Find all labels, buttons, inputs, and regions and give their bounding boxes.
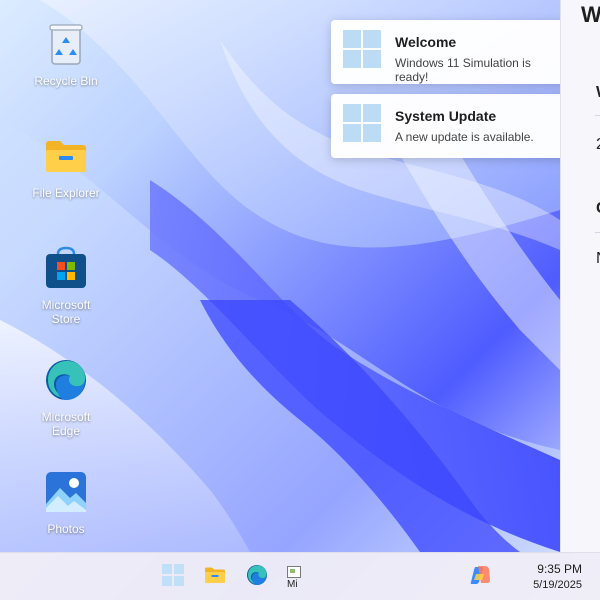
microsoft-store-icon <box>44 246 88 290</box>
microsoft-edge-icon <box>246 564 268 591</box>
windows-logo-icon <box>343 104 381 142</box>
side-panel-value: 2 <box>596 136 600 154</box>
taskbar-broken-image[interactable]: Mi <box>287 566 309 590</box>
broken-image-alt-text: Mi <box>287 579 298 590</box>
side-panel-title: W <box>581 2 600 27</box>
desktop-icon-microsoft-edge[interactable]: Microsoft Edge <box>28 358 104 438</box>
file-explorer-icon <box>204 565 226 590</box>
desktop-screen: Recycle Bin File Explorer Microsoft Stor… <box>0 0 600 600</box>
broken-image-icon <box>287 566 301 578</box>
copilot-icon <box>469 564 491 591</box>
desktop-icon-photos[interactable]: Photos <box>28 470 104 536</box>
clock-date: 5/19/2025 <box>533 579 582 591</box>
side-panel-divider <box>595 232 600 233</box>
taskbar: Mi 9:35 PM 5/19/2025 <box>0 552 600 600</box>
notification-body: Windows 11 Simulation is ready! <box>395 56 531 84</box>
side-panel-divider <box>595 115 600 116</box>
desktop-icon-label: Microsoft Store <box>41 298 91 326</box>
notification-system-update[interactable]: System Update A new update is available. <box>331 94 579 158</box>
notification-welcome[interactable]: Welcome Windows 11 Simulation is ready! <box>331 20 579 84</box>
desktop-icon-label: Photos <box>47 522 85 536</box>
photos-icon <box>44 470 88 514</box>
side-panel: W W 2 C N <box>560 0 600 552</box>
side-panel-heading: C <box>596 200 600 218</box>
desktop-icon-label: Recycle Bin <box>34 74 98 88</box>
desktop-icon-label: File Explorer <box>32 186 100 200</box>
notification-title: Welcome <box>395 34 457 50</box>
taskbar-microsoft-edge[interactable] <box>244 564 270 590</box>
microsoft-edge-icon <box>44 358 88 402</box>
windows-start-icon <box>162 563 184 591</box>
recycle-bin-icon <box>44 22 88 66</box>
start-button[interactable] <box>160 563 186 591</box>
desktop-icon-file-explorer[interactable]: File Explorer <box>28 134 104 200</box>
side-panel-value: N <box>596 250 600 268</box>
taskbar-copilot[interactable] <box>467 564 493 590</box>
file-explorer-icon <box>44 134 88 178</box>
notification-body: A new update is available. <box>395 130 534 144</box>
desktop-icon-label: Microsoft Edge <box>41 410 91 438</box>
desktop-icon-microsoft-store[interactable]: Microsoft Store <box>28 246 104 326</box>
desktop-icon-recycle-bin[interactable]: Recycle Bin <box>28 22 104 88</box>
side-panel-heading: W <box>596 84 600 102</box>
taskbar-clock[interactable]: 9:35 PM 5/19/2025 <box>512 561 582 593</box>
taskbar-file-explorer[interactable] <box>202 564 228 590</box>
windows-logo-icon <box>343 30 381 68</box>
clock-time: 9:35 PM <box>537 562 582 576</box>
notification-title: System Update <box>395 108 497 124</box>
